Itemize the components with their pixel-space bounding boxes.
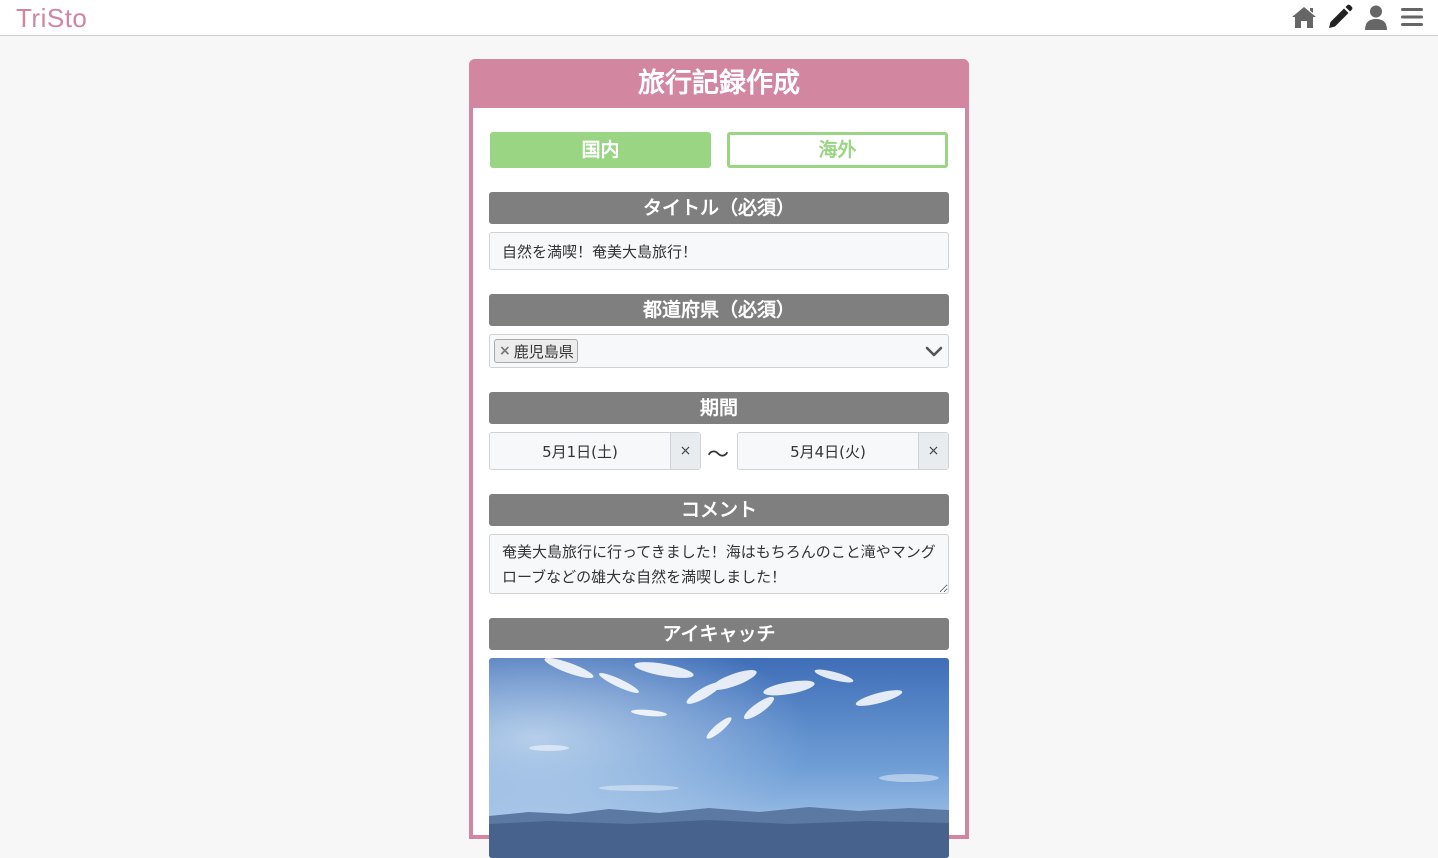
start-date-input[interactable] — [490, 433, 670, 469]
chevron-down-icon[interactable] — [924, 341, 944, 361]
start-date-group: × — [489, 432, 701, 470]
period-section-label: 期間 — [489, 392, 949, 424]
form-title: 旅行記録作成 — [469, 59, 969, 108]
comment-section-label: コメント — [489, 494, 949, 526]
top-navbar: TriSto — [0, 0, 1438, 36]
travel-record-form-card: 旅行記録作成 国内 海外 タイトル（必須） 都道府県（必須） × 鹿児島県 期間… — [469, 59, 969, 858]
user-icon[interactable] — [1362, 3, 1390, 31]
home-icon[interactable] — [1290, 3, 1318, 31]
prefecture-section-label: 都道府県（必須） — [489, 294, 949, 326]
menu-icon[interactable] — [1398, 3, 1426, 31]
prefecture-tag: × 鹿児島県 — [494, 339, 578, 363]
end-date-group: × — [737, 432, 949, 470]
prefecture-select[interactable]: × 鹿児島県 — [489, 334, 949, 368]
end-date-input[interactable] — [738, 433, 918, 469]
tag-remove-button[interactable]: × — [499, 343, 511, 359]
eyecatch-section-label: アイキャッチ — [489, 618, 949, 650]
nav-icon-group — [1290, 3, 1426, 31]
prefecture-tag-label: 鹿児島県 — [513, 342, 574, 361]
pencil-icon[interactable] — [1326, 3, 1354, 31]
app-logo[interactable]: TriSto — [16, 3, 87, 34]
period-separator: 〜 — [707, 443, 730, 468]
comment-textarea[interactable]: 奄美大島旅行に行ってきました！海はもちろんのこと滝やマングローブなどの雄大な自然… — [489, 534, 949, 594]
end-date-clear-button[interactable]: × — [918, 433, 948, 469]
overseas-toggle-button[interactable]: 海外 — [727, 132, 948, 168]
title-section-label: タイトル（必須） — [489, 192, 949, 224]
domestic-toggle-button[interactable]: 国内 — [490, 132, 711, 168]
start-date-clear-button[interactable]: × — [670, 433, 700, 469]
eyecatch-image[interactable] — [489, 658, 949, 858]
title-input[interactable] — [489, 232, 949, 270]
